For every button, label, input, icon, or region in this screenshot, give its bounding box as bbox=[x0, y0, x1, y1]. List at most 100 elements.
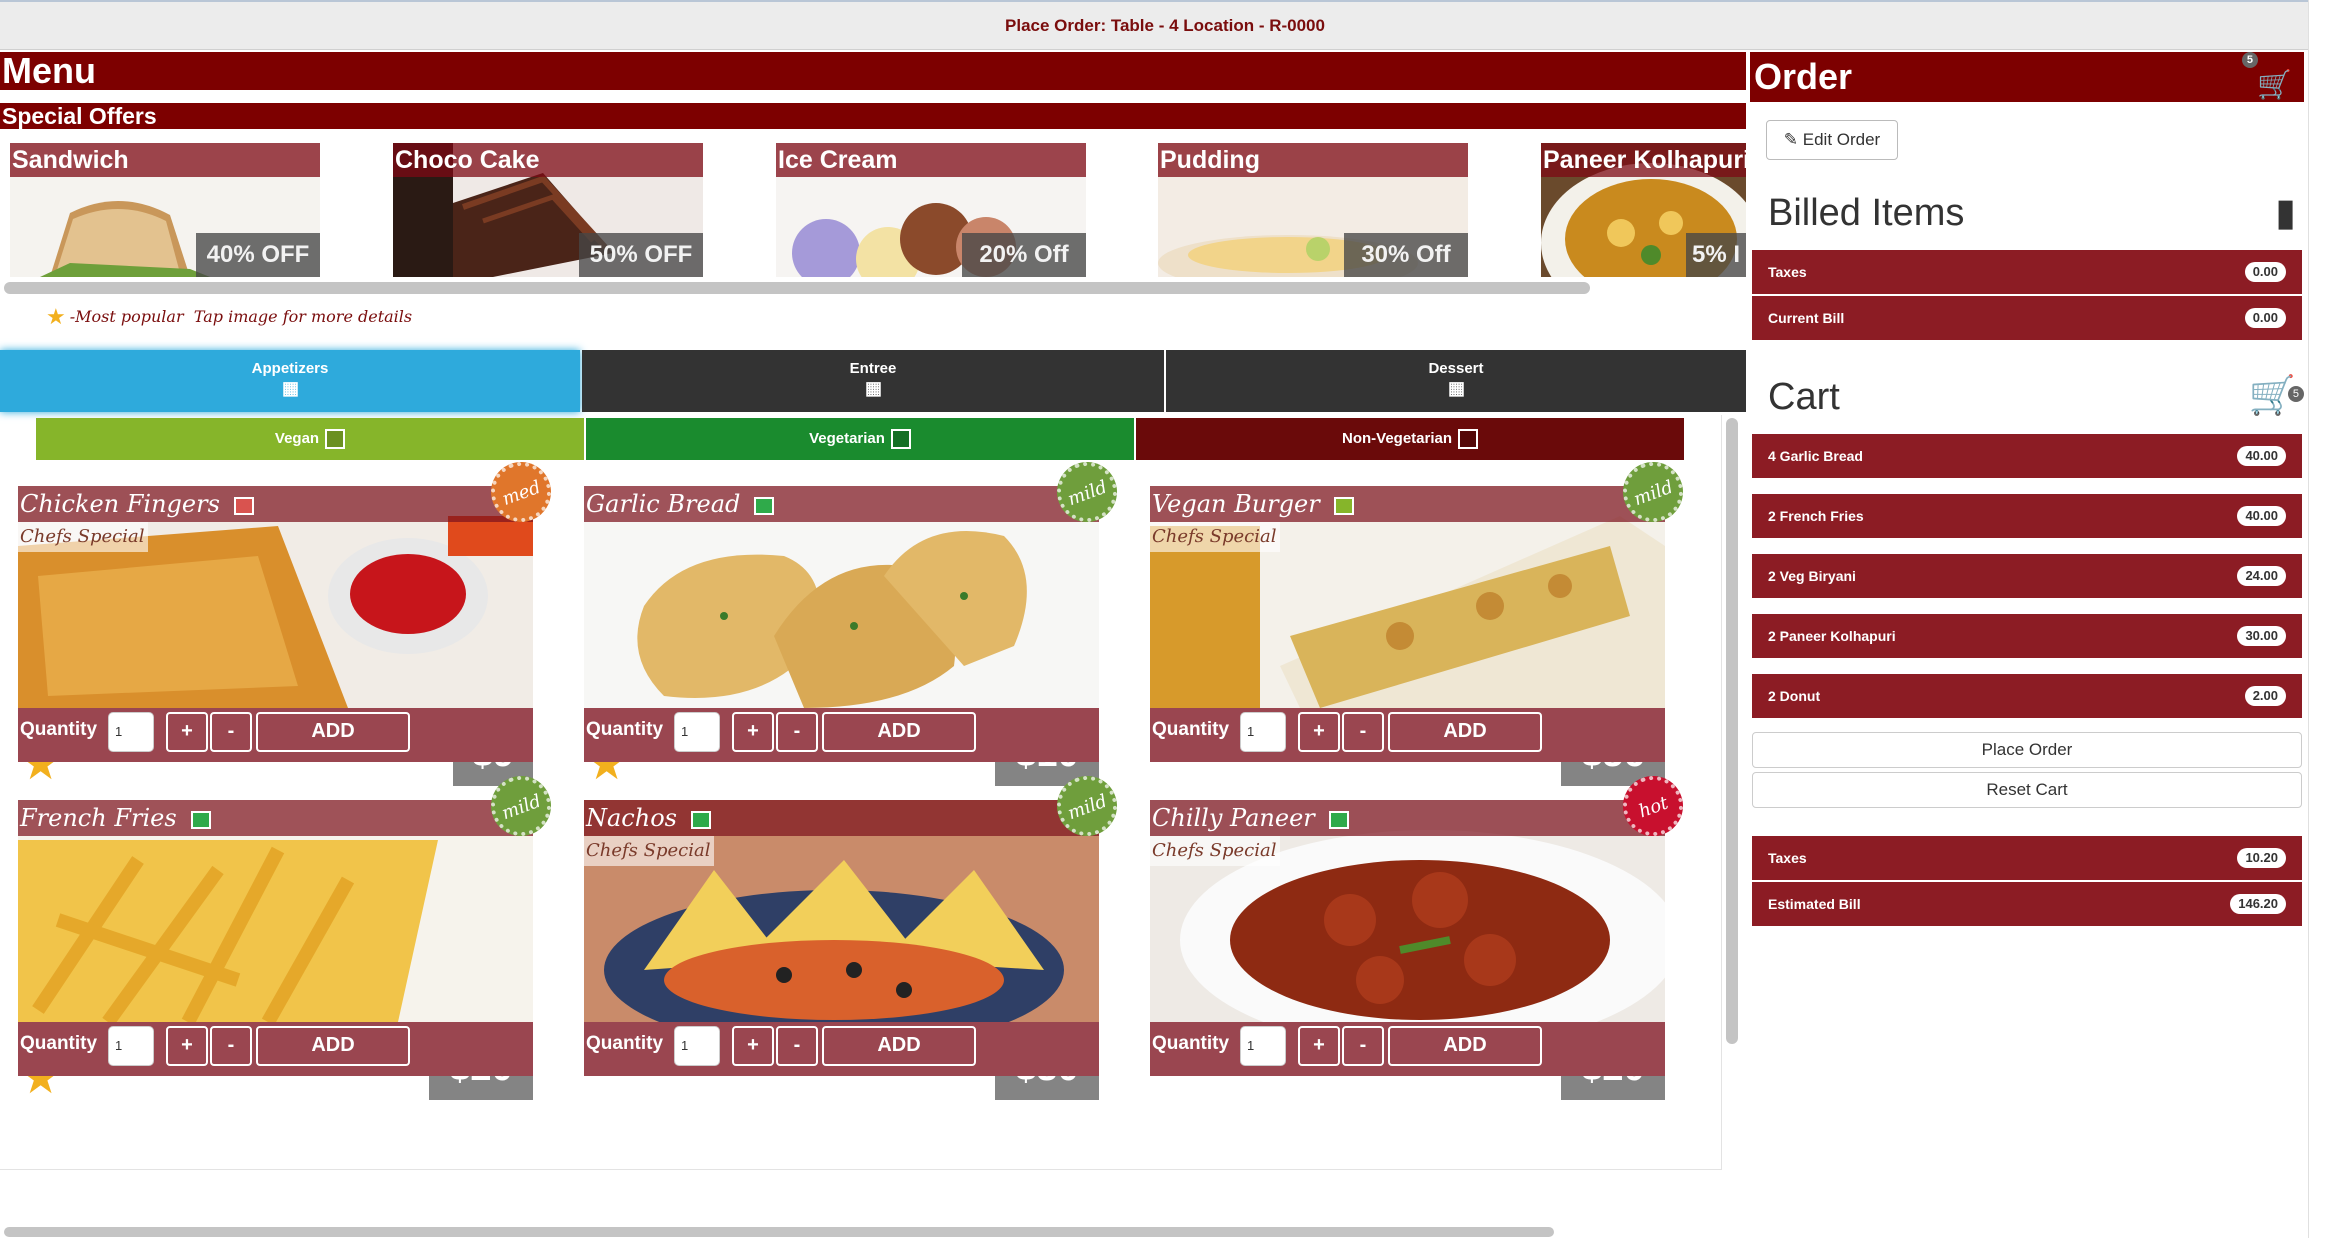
offer-card-paneer-kolhapuri[interactable]: Paneer Kolhapuri 5% I bbox=[1541, 143, 1746, 277]
add-button[interactable]: ADD bbox=[822, 712, 976, 752]
offer-discount: 20% Off bbox=[962, 233, 1086, 277]
offer-card-ice-cream[interactable]: Ice Cream 20% Off bbox=[776, 143, 1086, 277]
non-vegetarian-icon bbox=[1458, 429, 1479, 450]
quantity-input[interactable]: 1 bbox=[674, 712, 720, 752]
item-name: French Fries bbox=[20, 804, 177, 832]
filter-vegetarian[interactable]: Vegetarian bbox=[586, 418, 1134, 460]
menu-item-card-chilly-paneer: Chilly Paneer Chefs Special $20 hot Quan… bbox=[1150, 767, 1692, 1100]
item-title: Vegan Burger bbox=[1150, 486, 1665, 522]
order-title-text: Order bbox=[1754, 56, 1853, 97]
row-label: 2 Donut bbox=[1768, 688, 1821, 704]
tab-label: Appetizers bbox=[251, 360, 329, 377]
summary-row-taxes: Taxes 10.20 bbox=[1752, 836, 2302, 880]
vegan-icon bbox=[325, 429, 346, 450]
row-value: 24.00 bbox=[2237, 566, 2286, 586]
offer-card-pudding[interactable]: Pudding 30% Off bbox=[1158, 143, 1468, 277]
row-label: 2 French Fries bbox=[1768, 508, 1864, 524]
decrement-button[interactable]: - bbox=[776, 712, 818, 752]
cart-row[interactable]: 2 Veg Biryani 24.00 bbox=[1752, 554, 2302, 598]
add-button[interactable]: ADD bbox=[1388, 1026, 1542, 1066]
offer-name: Sandwich bbox=[10, 143, 320, 177]
tab-label: Entree bbox=[849, 360, 897, 377]
legend-most-popular: -Most popular bbox=[69, 307, 184, 326]
non-vegetarian-icon bbox=[233, 496, 254, 515]
place-order-button[interactable]: Place Order bbox=[1752, 732, 2302, 768]
item-title: Nachos bbox=[584, 800, 1099, 836]
legend-tap-hint: Tap image for more details bbox=[193, 307, 413, 326]
offer-name: Pudding bbox=[1158, 143, 1468, 177]
increment-button[interactable]: + bbox=[732, 712, 774, 752]
tab-dessert[interactable]: Dessert ▦ bbox=[1166, 350, 1746, 412]
offers-scrollbar[interactable] bbox=[4, 282, 1590, 294]
edit-order-button[interactable]: ✎ Edit Order bbox=[1766, 120, 1898, 160]
quantity-label: Quantity bbox=[20, 719, 98, 740]
item-title: Chicken Fingers bbox=[18, 486, 533, 522]
decrement-button[interactable]: - bbox=[1342, 1026, 1384, 1066]
quantity-input[interactable]: 1 bbox=[1240, 1026, 1286, 1066]
chefs-special-label: Chefs Special bbox=[18, 522, 149, 552]
increment-button[interactable]: + bbox=[1298, 1026, 1340, 1066]
add-button[interactable]: ADD bbox=[256, 1026, 410, 1066]
increment-button[interactable]: + bbox=[166, 1026, 208, 1066]
vegan-icon bbox=[1333, 496, 1354, 515]
filter-vegan[interactable]: Vegan bbox=[36, 418, 584, 460]
row-label: 2 Veg Biryani bbox=[1768, 568, 1856, 584]
row-value: 40.00 bbox=[2237, 446, 2286, 466]
menu-panel: Menu Special Offers Sandwich 40% OFF Cho… bbox=[0, 50, 1746, 1225]
quantity-input[interactable]: 1 bbox=[108, 712, 154, 752]
quantity-bar: Quantity 1 + - ADD bbox=[1150, 708, 1665, 762]
offer-card-sandwich[interactable]: Sandwich 40% OFF bbox=[10, 143, 320, 277]
add-button[interactable]: ADD bbox=[256, 712, 410, 752]
increment-button[interactable]: + bbox=[166, 712, 208, 752]
item-name: Chilly Paneer bbox=[1152, 804, 1315, 832]
chefs-special-label: Chefs Special bbox=[1150, 522, 1281, 552]
quantity-bar: Quantity 1 + - ADD bbox=[18, 1022, 533, 1076]
quantity-label: Quantity bbox=[1152, 719, 1230, 740]
increment-button[interactable]: + bbox=[732, 1026, 774, 1066]
cart-icon[interactable]: 🛒 bbox=[2257, 60, 2292, 110]
quantity-input[interactable]: 1 bbox=[108, 1026, 154, 1066]
menu-item-card-garlic-bread: Garlic Bread $10 ★ mild Quantity 1 + - A… bbox=[584, 453, 1126, 786]
decrement-button[interactable]: - bbox=[776, 1026, 818, 1066]
quantity-input[interactable]: 1 bbox=[674, 1026, 720, 1066]
increment-button[interactable]: + bbox=[1298, 712, 1340, 752]
filter-non-vegetarian[interactable]: Non-Vegetarian bbox=[1136, 418, 1684, 460]
quantity-input[interactable]: 1 bbox=[1240, 712, 1286, 752]
chefs-special-label: Chefs Special bbox=[584, 836, 715, 866]
offer-card-choco-cake[interactable]: Choco Cake 50% OFF bbox=[393, 143, 703, 277]
vegetarian-icon bbox=[690, 810, 711, 829]
billed-row-current-bill: Current Bill 0.00 bbox=[1752, 296, 2302, 340]
cart-row[interactable]: 2 Paneer Kolhapuri 30.00 bbox=[1752, 614, 2302, 658]
items-scrollbar[interactable] bbox=[1726, 418, 1738, 1044]
grid-icon: ▦ bbox=[865, 378, 883, 398]
book-icon: ▮ bbox=[2275, 192, 2296, 234]
row-value: 2.00 bbox=[2244, 686, 2286, 706]
window-edge bbox=[2308, 0, 2330, 1238]
decrement-button[interactable]: - bbox=[210, 712, 252, 752]
item-name: Vegan Burger bbox=[1152, 490, 1320, 518]
reset-cart-button[interactable]: Reset Cart bbox=[1752, 772, 2302, 808]
cart-title: Cart bbox=[1768, 376, 1840, 418]
row-value: 0.00 bbox=[2244, 262, 2286, 282]
cart-row[interactable]: 2 French Fries 40.00 bbox=[1752, 494, 2302, 538]
menu-item-card-nachos: Nachos Chefs Special $30 mild Quantity 1… bbox=[584, 767, 1126, 1100]
add-button[interactable]: ADD bbox=[822, 1026, 976, 1066]
menu-item-card-french-fries: French Fries $20 ★ mild Quantity 1 + - A… bbox=[18, 767, 560, 1100]
add-button[interactable]: ADD bbox=[1388, 712, 1542, 752]
quantity-label: Quantity bbox=[586, 719, 664, 740]
offer-name: Ice Cream bbox=[776, 143, 1086, 177]
decrement-button[interactable]: - bbox=[1342, 712, 1384, 752]
cart-row[interactable]: 4 Garlic Bread 40.00 bbox=[1752, 434, 2302, 478]
item-title: Garlic Bread bbox=[584, 486, 1099, 522]
offer-name: Paneer Kolhapuri bbox=[1541, 143, 1746, 177]
cart-row[interactable]: 2 Donut 2.00 bbox=[1752, 674, 2302, 718]
row-label: Estimated Bill bbox=[1768, 896, 1861, 912]
tab-appetizers[interactable]: Appetizers ▦ bbox=[0, 350, 580, 412]
decrement-button[interactable]: - bbox=[210, 1026, 252, 1066]
order-panel: Order 🛒 5 ✎ Edit Order Billed Items ▮ Ta… bbox=[1746, 50, 2330, 1225]
item-name: Nachos bbox=[586, 804, 677, 832]
filter-label: Non-Vegetarian bbox=[1341, 430, 1453, 447]
tab-entree[interactable]: Entree ▦ bbox=[582, 350, 1164, 412]
legend: ★ -Most popular Tap image for more detail… bbox=[46, 304, 412, 330]
page-horizontal-scrollbar[interactable] bbox=[4, 1227, 1554, 1237]
